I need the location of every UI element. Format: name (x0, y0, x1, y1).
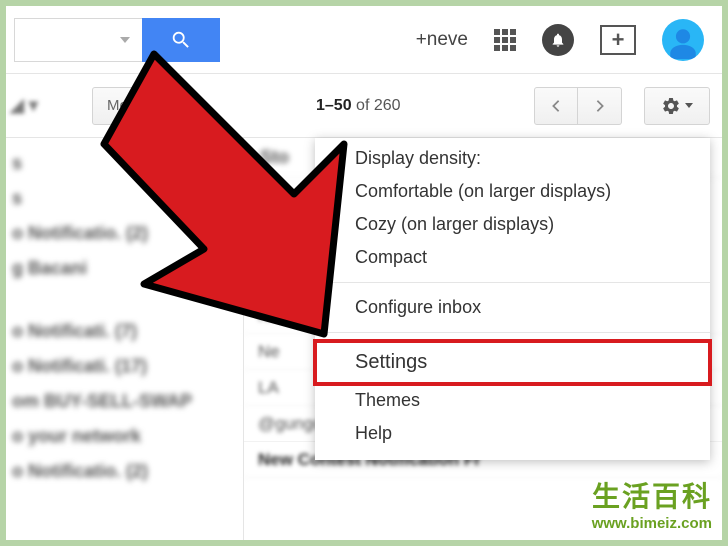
density-header: Display density: (315, 138, 710, 175)
search-dropdown[interactable] (14, 18, 142, 62)
help-menu-item[interactable]: Help (315, 417, 710, 450)
plus-icon: + (612, 29, 625, 51)
sidebar-item[interactable]: g Bacani (6, 251, 243, 286)
toolbar: ◢ ▾ More 1–50 of 260 (6, 74, 722, 138)
themes-menu-item[interactable]: Themes (315, 384, 710, 417)
gear-icon (661, 96, 681, 116)
count-range: 1–50 (316, 97, 352, 114)
bell-icon (550, 32, 566, 48)
settings-dropdown: Display density: Comfortable (on larger … (315, 138, 710, 460)
watermark: 生活百科 www.bimeiz.com (592, 475, 712, 532)
sidebar-item[interactable]: o your network (6, 419, 243, 454)
dropdown-separator (315, 332, 710, 333)
person-icon (666, 23, 700, 61)
apps-grid-icon[interactable] (494, 29, 516, 51)
dropdown-separator (315, 282, 710, 283)
density-cozy[interactable]: Cozy (on larger displays) (315, 208, 710, 241)
sidebar-item[interactable]: o Notificati. (17) (6, 349, 243, 384)
sidebar-item[interactable]: s (6, 181, 243, 216)
search-icon (170, 29, 192, 51)
account-avatar[interactable] (662, 19, 704, 61)
chevron-right-icon (594, 99, 606, 113)
density-compact[interactable]: Compact (315, 241, 710, 274)
sidebar: s s o Notificatio. (2) g Bacani o Notifi… (6, 138, 244, 540)
app-frame: +neve + ◢ ▾ More 1–50 of 260 (6, 6, 722, 540)
notifications-button[interactable] (542, 24, 574, 56)
caret-down-icon (685, 103, 693, 108)
caret-down-icon (120, 37, 130, 43)
chevron-left-icon (550, 99, 562, 113)
sidebar-item[interactable]: s (6, 146, 243, 181)
google-plus-link[interactable]: +neve (416, 29, 468, 51)
settings-menu-item[interactable]: Settings (315, 341, 710, 384)
configure-inbox[interactable]: Configure inbox (315, 291, 710, 324)
pagination-count: 1–50 of 260 (316, 97, 401, 115)
sidebar-item[interactable]: o Notificatio. (2) (6, 216, 243, 251)
caret-down-icon (146, 103, 154, 108)
share-button[interactable]: + (600, 25, 636, 55)
search-button[interactable] (142, 18, 220, 62)
watermark-url: www.bimeiz.com (592, 515, 712, 532)
sidebar-item[interactable]: o Notificatio. (2) (6, 454, 243, 489)
more-label: More (107, 97, 141, 114)
next-page-button[interactable] (578, 87, 622, 125)
sidebar-item[interactable]: om BUY-SELL-SWAP (6, 384, 243, 419)
watermark-text: 生活百科 (592, 475, 712, 515)
more-button[interactable]: More (92, 87, 169, 125)
sidebar-item[interactable]: o Notificati. (7) (6, 314, 243, 349)
density-comfortable[interactable]: Comfortable (on larger displays) (315, 175, 710, 208)
toolbar-left-blur: ◢ ▾ (6, 95, 92, 116)
prev-page-button[interactable] (534, 87, 578, 125)
count-of: of (356, 97, 369, 114)
settings-gear-button[interactable] (644, 87, 710, 125)
count-total: 260 (374, 97, 401, 114)
header-bar: +neve + (6, 6, 722, 74)
